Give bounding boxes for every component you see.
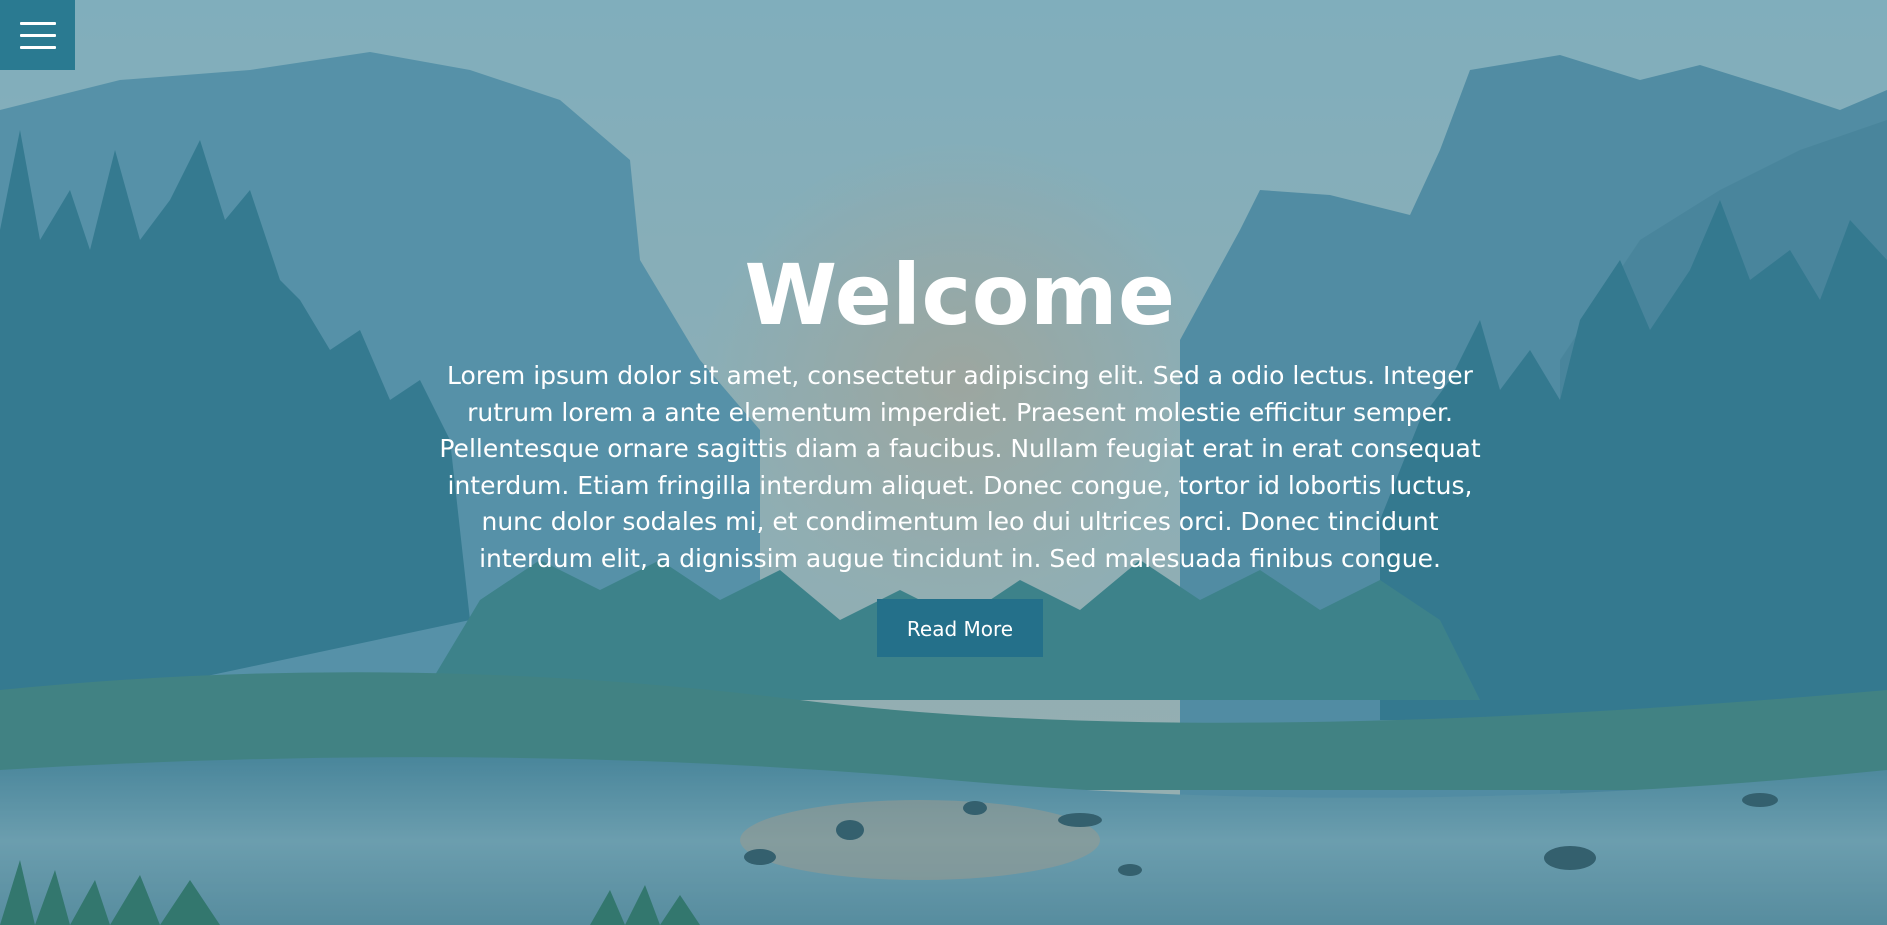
hamburger-menu-icon [19, 45, 56, 49]
read-more-button[interactable]: Read More [877, 599, 1043, 657]
hamburger-menu-button[interactable] [0, 0, 75, 70]
hero-description: Lorem ipsum dolor sit amet, consectetur … [439, 361, 1481, 573]
hero-content: Welcome Lorem ipsum dolor sit amet, cons… [420, 240, 1500, 657]
hamburger-menu-icon [19, 33, 56, 37]
page-title: Welcome [744, 246, 1176, 344]
hero-section: Welcome Lorem ipsum dolor sit amet, cons… [0, 0, 1887, 925]
hamburger-menu-icon [19, 21, 56, 25]
